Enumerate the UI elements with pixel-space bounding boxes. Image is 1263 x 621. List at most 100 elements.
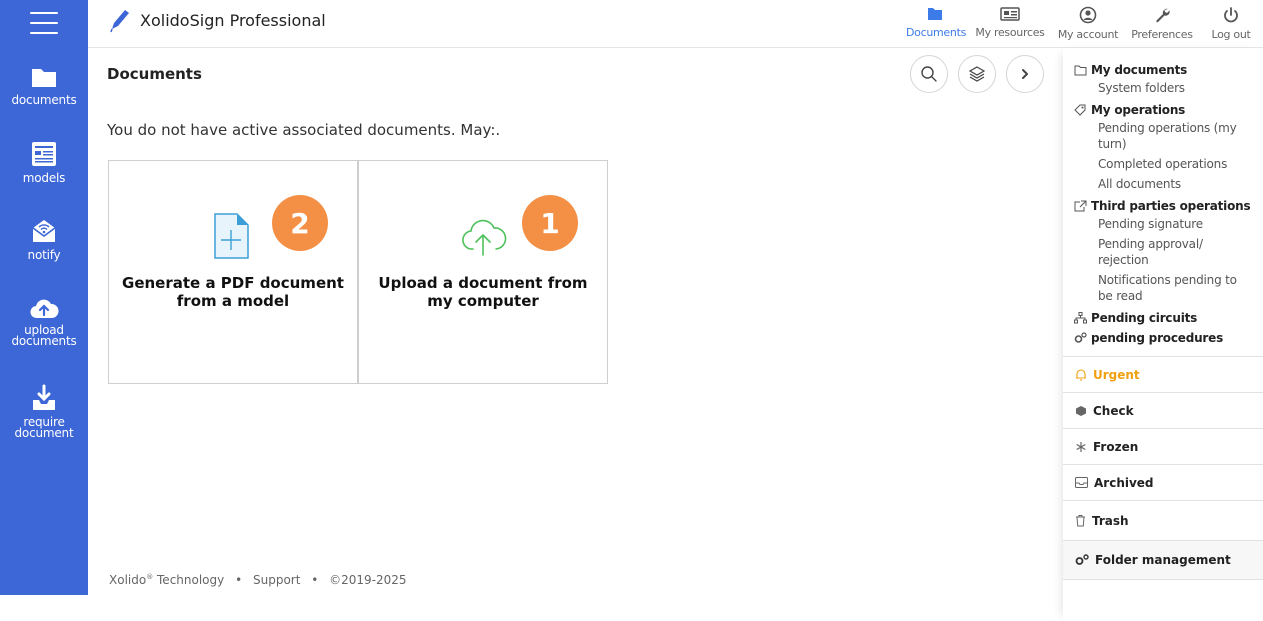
power-icon: [1224, 7, 1238, 23]
model-icon: [32, 142, 56, 166]
check-item[interactable]: Check: [1063, 392, 1263, 428]
upload-document-card[interactable]: 1 Upload a document from my computer: [358, 160, 608, 384]
layers-icon: [968, 66, 986, 82]
top-header: XolidoSign Professional Documents My res…: [88, 0, 1263, 48]
item-label: pending procedures: [1091, 331, 1224, 345]
inbox-icon: [1075, 477, 1088, 488]
step-badge: 2: [272, 195, 328, 251]
topnav-documents[interactable]: Documents: [901, 6, 969, 41]
top-nav: Documents My resources My account Prefer…: [901, 6, 1263, 41]
step-badge: 1: [522, 195, 578, 251]
right-panel: My documents System folders My operation…: [1063, 48, 1263, 621]
app-title: XolidoSign Professional: [140, 10, 326, 30]
item-label: Third parties operations: [1091, 199, 1251, 213]
wrench-icon: [1156, 8, 1170, 23]
topnav-label: Documents: [906, 26, 967, 39]
completed-operations-item[interactable]: Completed operations: [1063, 156, 1263, 172]
search-icon: [921, 66, 937, 82]
new-document-icon: [214, 213, 249, 259]
folder-management-item[interactable]: Folder management: [1063, 540, 1263, 580]
external-share-icon: [1074, 200, 1087, 212]
urgent-item[interactable]: Urgent: [1063, 356, 1263, 392]
item-label: My operations: [1091, 103, 1186, 117]
pending-circuits-item[interactable]: Pending circuits: [1063, 308, 1263, 328]
sidebar-item-label: require document: [14, 415, 74, 440]
topnav-preferences[interactable]: Preferences: [1125, 6, 1199, 41]
sidebar-item-models[interactable]: models: [0, 140, 88, 184]
topnav-label: My resources: [975, 26, 1045, 39]
pending-my-turn-item[interactable]: Pending operations (my turn): [1063, 120, 1263, 152]
cube-icon: [1076, 405, 1086, 416]
chevron-right-icon: [1022, 69, 1028, 79]
sidebar-item-notify[interactable]: notify: [0, 217, 88, 261]
generate-pdf-card[interactable]: 2 Generate a PDF document from a model: [108, 160, 358, 384]
empty-message: You do not have active associated docume…: [107, 121, 501, 139]
sidebar-item-label: documents: [11, 93, 77, 107]
page-title: Documents: [107, 65, 202, 83]
folder-icon: [928, 8, 942, 20]
gears-icon: [1075, 554, 1089, 565]
folder-outline-icon: [1074, 65, 1087, 75]
footer-copyright: ©2019-2025: [329, 573, 407, 587]
sidebar-item-documents[interactable]: documents: [0, 66, 88, 106]
footer-company-suffix: Technology: [153, 573, 225, 587]
pending-approval-item[interactable]: Pending approval/ rejection: [1063, 236, 1263, 268]
tag-icon: [1074, 104, 1086, 116]
card-label: Upload a document from my computer: [378, 274, 588, 310]
cloud-upload-icon: [462, 219, 507, 256]
search-button[interactable]: [910, 55, 948, 93]
item-label: Trash: [1092, 513, 1129, 528]
pending-procedures-item[interactable]: pending procedures: [1063, 328, 1263, 348]
gears-icon: [1074, 332, 1087, 343]
topnav-log-out[interactable]: Log out: [1199, 6, 1263, 41]
topnav-label: My account: [1057, 28, 1119, 41]
footer: Xolido® Technology • Support • ©2019-202…: [109, 573, 407, 587]
bell-icon: [1076, 369, 1086, 381]
download-tray-icon: [33, 384, 55, 410]
item-label: My documents: [1091, 63, 1188, 77]
support-link[interactable]: Support: [253, 573, 300, 587]
user-icon: [1079, 6, 1097, 24]
card-label: Generate a PDF document from a model: [122, 274, 344, 310]
footer-company: Xolido: [109, 573, 147, 587]
archived-item[interactable]: Archived: [1063, 464, 1263, 500]
frozen-item[interactable]: Frozen: [1063, 428, 1263, 464]
topnav-label: Log out: [1211, 28, 1251, 41]
folder-icon: [32, 69, 56, 87]
pending-signature-item[interactable]: Pending signature: [1063, 216, 1263, 232]
footer-separator: •: [311, 573, 319, 587]
hamburger-menu-icon[interactable]: [30, 12, 58, 34]
item-label: Check: [1093, 403, 1134, 418]
notify-envelope-icon: [32, 220, 56, 242]
sidebar-item-label: notify: [27, 248, 61, 262]
trash-item[interactable]: Trash: [1063, 500, 1263, 540]
brand[interactable]: XolidoSign Professional: [108, 7, 326, 33]
notifications-pending-item[interactable]: Notifications pending to be read: [1063, 272, 1263, 304]
topnav-label: Preferences: [1131, 28, 1193, 41]
item-label: Folder management: [1095, 553, 1231, 567]
sitemap-icon: [1074, 312, 1087, 324]
layers-button[interactable]: [958, 55, 996, 93]
sidebar-item-require-document[interactable]: require document: [0, 384, 88, 439]
sidebar-item-label: upload documents: [11, 323, 77, 348]
my-operations-item[interactable]: My operations: [1063, 100, 1263, 120]
footer-separator: •: [235, 573, 243, 587]
trash-icon: [1076, 515, 1085, 527]
cloud-upload-icon: [30, 299, 59, 319]
snowflake-icon: [1076, 441, 1086, 452]
topnav-my-account[interactable]: My account: [1051, 6, 1125, 41]
next-button[interactable]: [1006, 55, 1044, 93]
id-card-icon: [1000, 7, 1020, 21]
system-folders-item[interactable]: System folders: [1063, 80, 1263, 96]
item-label: Frozen: [1093, 439, 1139, 454]
all-documents-item[interactable]: All documents: [1063, 176, 1263, 192]
item-label: Pending circuits: [1091, 311, 1198, 325]
sidebar-item-upload-documents[interactable]: upload documents: [0, 296, 88, 347]
item-label: Urgent: [1093, 367, 1140, 382]
my-documents-item[interactable]: My documents: [1063, 60, 1263, 80]
left-sidebar: documents models notify upload documents…: [0, 0, 88, 595]
topnav-my-resources[interactable]: My resources: [969, 6, 1051, 41]
folder-tree: My documents System folders My operation…: [1063, 60, 1263, 348]
third-parties-item[interactable]: Third parties operations: [1063, 196, 1263, 216]
pen-icon: [110, 10, 129, 33]
